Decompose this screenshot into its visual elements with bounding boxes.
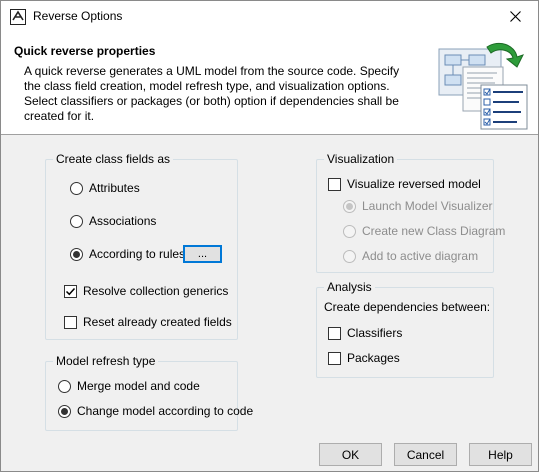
reverse-engineering-illustration-icon bbox=[438, 42, 528, 130]
reverse-options-dialog: Reverse Options Quick reverse properties… bbox=[0, 0, 539, 472]
radio-label: According to rules bbox=[89, 247, 186, 261]
checkbox-packages[interactable]: Packages bbox=[328, 351, 400, 365]
radio-label: Associations bbox=[89, 214, 157, 228]
radio-button[interactable] bbox=[343, 249, 356, 263]
radio-label: Merge model and code bbox=[77, 379, 200, 393]
analysis-prompt: Create dependencies between: bbox=[324, 300, 490, 314]
radio-label: Create new Class Diagram bbox=[362, 224, 506, 238]
header-description: A quick reverse generates a UML model fr… bbox=[24, 64, 400, 123]
rules-browse-button[interactable]: ... bbox=[183, 245, 222, 263]
radio-change-model[interactable]: Change model according to code bbox=[58, 404, 253, 418]
radio-button[interactable] bbox=[70, 181, 83, 195]
radio-launch-visualizer[interactable]: Launch Model Visualizer bbox=[343, 199, 493, 213]
header-banner: Quick reverse properties A quick reverse… bbox=[1, 32, 538, 135]
checkbox-label: Packages bbox=[347, 351, 400, 365]
checkbox-visualize-model[interactable]: Visualize reversed model bbox=[328, 177, 481, 191]
radio-button[interactable] bbox=[343, 224, 356, 238]
app-logo-icon bbox=[10, 9, 26, 25]
checkbox-label: Classifiers bbox=[347, 326, 403, 340]
ok-button[interactable]: OK bbox=[319, 443, 382, 466]
checkbox-label: Resolve collection generics bbox=[83, 284, 229, 298]
radio-label: Attributes bbox=[89, 181, 140, 195]
model-refresh-group: Model refresh type bbox=[45, 354, 238, 431]
header-title: Quick reverse properties bbox=[14, 44, 156, 58]
checkbox[interactable] bbox=[64, 315, 77, 329]
radio-button[interactable] bbox=[58, 379, 71, 393]
radio-label: Change model according to code bbox=[77, 404, 254, 418]
checkbox[interactable] bbox=[328, 177, 341, 191]
checkbox-label: Reset already created fields bbox=[83, 315, 232, 329]
radio-label: Launch Model Visualizer bbox=[362, 199, 493, 213]
checkbox-classifiers[interactable]: Classifiers bbox=[328, 326, 402, 340]
model-refresh-legend: Model refresh type bbox=[53, 354, 159, 368]
checkbox-reset-fields[interactable]: Reset already created fields bbox=[64, 315, 232, 329]
radio-according-to-rules[interactable]: According to rules bbox=[70, 247, 185, 261]
checkbox[interactable] bbox=[328, 351, 341, 365]
radio-merge-model[interactable]: Merge model and code bbox=[58, 379, 200, 393]
radio-associations[interactable]: Associations bbox=[70, 214, 156, 228]
help-button[interactable]: Help bbox=[469, 443, 532, 466]
checkbox-label: Visualize reversed model bbox=[347, 177, 481, 191]
class-fields-legend: Create class fields as bbox=[53, 152, 174, 166]
radio-add-to-active-diagram[interactable]: Add to active diagram bbox=[343, 249, 478, 263]
checkbox[interactable] bbox=[328, 326, 341, 340]
close-button[interactable] bbox=[492, 1, 538, 32]
checkmark-icon bbox=[65, 287, 76, 295]
radio-label: Add to active diagram bbox=[362, 249, 479, 263]
analysis-prompt-text: Create dependencies between: bbox=[324, 300, 491, 314]
checkbox[interactable] bbox=[64, 284, 77, 298]
window-title: Reverse Options bbox=[33, 9, 123, 23]
radio-button[interactable] bbox=[58, 404, 71, 418]
cancel-button[interactable]: Cancel bbox=[394, 443, 457, 466]
analysis-legend: Analysis bbox=[324, 280, 375, 294]
radio-button[interactable] bbox=[343, 199, 356, 213]
checkbox-resolve-generics[interactable]: Resolve collection generics bbox=[64, 284, 228, 298]
radio-button[interactable] bbox=[70, 247, 83, 261]
radio-button[interactable] bbox=[70, 214, 83, 228]
visualization-legend: Visualization bbox=[324, 152, 398, 166]
title-bar: Reverse Options bbox=[1, 1, 538, 32]
radio-attributes[interactable]: Attributes bbox=[70, 181, 140, 195]
radio-create-class-diagram[interactable]: Create new Class Diagram bbox=[343, 224, 505, 238]
close-icon bbox=[509, 11, 521, 22]
